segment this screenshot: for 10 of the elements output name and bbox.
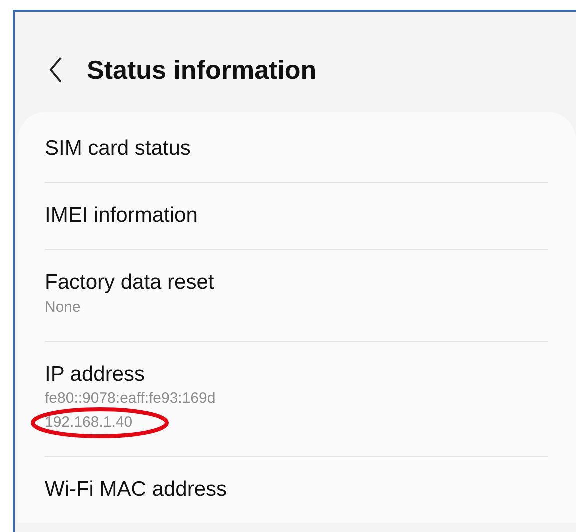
screen-title: Status information [87,54,317,86]
setting-value: None [45,298,81,316]
setting-title[interactable]: Factory data reset [45,270,548,296]
back-icon[interactable] [49,57,63,83]
setting-title[interactable]: Wi-Fi MAC address [45,476,548,502]
setting-title[interactable]: IMEI information [45,203,548,228]
setting-value: fe80::9078:eaff:fe93:169d [45,390,216,407]
setting-title[interactable]: SIM card status [45,136,548,162]
setting-value: 192.168.1.40 [45,414,133,432]
setting-title[interactable]: IP address [45,362,548,387]
